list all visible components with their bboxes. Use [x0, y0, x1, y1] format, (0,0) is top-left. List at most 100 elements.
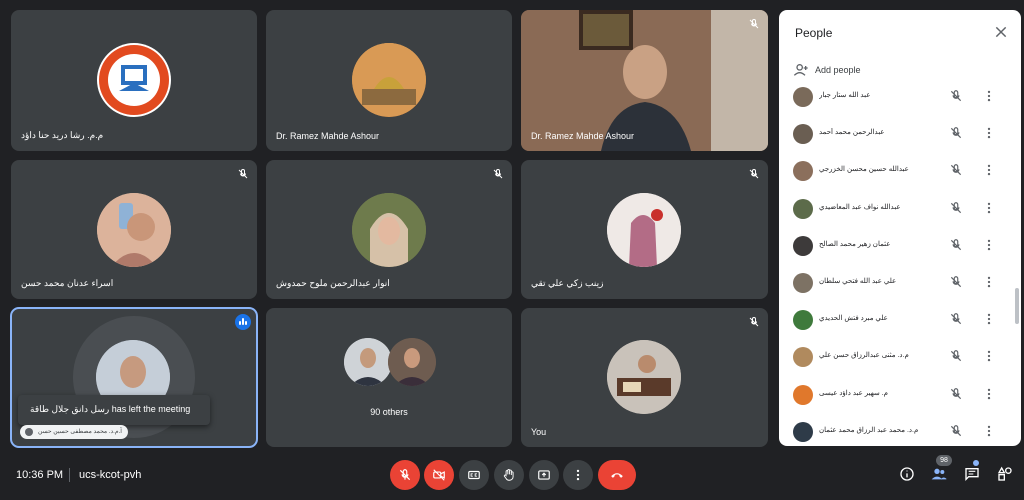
mic-off-icon — [749, 168, 759, 179]
others-avatar — [344, 338, 392, 386]
avatar — [793, 421, 813, 442]
raise-hand-button[interactable] — [494, 460, 524, 490]
participant-name: عبد الله ستار جبار — [819, 92, 871, 99]
participant-name: عبدالله نواف عبد المعاضيدي — [819, 203, 901, 211]
avatar — [793, 87, 813, 107]
avatar — [793, 235, 813, 256]
divider — [69, 468, 70, 482]
self-tile[interactable]: You — [521, 308, 768, 447]
more-vert-icon[interactable] — [982, 312, 996, 326]
leave-call-button[interactable] — [598, 460, 636, 490]
profile-photo-avatar — [352, 193, 426, 267]
meeting-code: ucs-kcot-pvh — [79, 469, 142, 481]
more-vert-icon[interactable] — [982, 238, 996, 252]
participant-count-badge: 98 — [936, 455, 952, 466]
mic-off-icon — [950, 90, 962, 102]
left-meeting-toast: رسل دانق جلال طاقة has left the meeting — [18, 395, 210, 425]
participant-row[interactable]: م.د. مثنى عبدالرزاق حسن علي — [779, 339, 1011, 376]
participant-video-tile[interactable]: Dr. Ramez Mahde Ashour — [521, 10, 768, 151]
profile-photo-avatar — [97, 193, 171, 267]
more-options-button[interactable] — [563, 460, 593, 490]
mic-off-icon — [950, 127, 962, 139]
mic-off-icon — [749, 316, 759, 327]
more-vert-icon[interactable] — [982, 387, 996, 401]
control-bar: 10:36 PM ucs-kcot-pvh — [0, 455, 1024, 500]
mic-off-icon — [238, 168, 248, 179]
more-vert-icon[interactable] — [982, 349, 996, 363]
present-button[interactable] — [529, 460, 559, 490]
people-button[interactable] — [929, 464, 949, 484]
mic-off-icon — [749, 18, 759, 29]
chat-button[interactable] — [962, 464, 982, 484]
participant-row[interactable]: عبد الله ستار جبار — [779, 79, 1011, 116]
avatar — [793, 161, 813, 182]
chat-notification-dot — [973, 460, 979, 466]
captions-button[interactable] — [459, 460, 489, 490]
close-icon[interactable] — [993, 24, 1009, 40]
raised-hand-chip[interactable]: آ.م.د. محمد مصطفى حسين حسن — [20, 425, 128, 439]
participant-row[interactable]: م.د. محمد عبد الرزاق محمد عثمان — [779, 414, 1011, 446]
university-logo-avatar — [97, 43, 171, 117]
meeting-details-button[interactable] — [897, 464, 917, 484]
mic-off-icon — [950, 313, 962, 325]
avatar — [793, 272, 813, 293]
present-icon — [538, 470, 550, 480]
mic-off-icon — [950, 350, 962, 362]
captions-icon — [468, 470, 480, 480]
hand-icon — [503, 468, 514, 481]
participant-row[interactable]: عبدالله حسين محسن الخزرجي — [779, 153, 1011, 190]
profile-photo-avatar — [607, 340, 681, 414]
mic-off-icon — [950, 201, 962, 213]
chat-icon — [965, 468, 979, 481]
camera-video — [521, 10, 768, 151]
add-people-button[interactable]: Add people — [793, 62, 861, 78]
participant-tile[interactable]: زينب زكي علي تقي — [521, 160, 768, 299]
participant-row[interactable]: عثمان زهير محمد الصالح — [779, 228, 1011, 265]
mic-off-icon — [399, 469, 411, 481]
more-vert-icon[interactable] — [982, 201, 996, 215]
people-list: عبد الله ستار جبار عبدالرحمن محمد أحمد ع… — [779, 79, 1011, 446]
meet-window: م.م. رشا دريد حنا داؤد Dr. Ramez Mahde A… — [0, 0, 1024, 500]
participant-tile[interactable]: Dr. Ramez Mahde Ashour — [266, 10, 512, 151]
camera-toggle-button[interactable] — [424, 460, 454, 490]
participant-row[interactable]: عبدالله نواف عبد المعاضيدي — [779, 191, 1011, 228]
shapes-icon — [997, 466, 1012, 481]
more-vert-icon[interactable] — [982, 126, 996, 140]
avatar — [793, 384, 813, 405]
others-count-label: 90 others — [370, 407, 408, 417]
avatar — [793, 347, 813, 368]
panel-title: People — [795, 26, 833, 40]
mic-toggle-button[interactable] — [390, 460, 420, 490]
chip-name: آ.م.د. محمد مصطفى حسين حسن — [38, 429, 122, 435]
participant-name: م. سهير عبد داؤد عيسى — [819, 389, 889, 397]
end-call-icon — [611, 473, 623, 478]
mic-off-icon — [950, 276, 962, 288]
participant-name: علي مبرد فتش الحديدي — [819, 315, 888, 323]
participant-name: انوار عبدالرحمن ملوح حمدوش — [276, 278, 390, 288]
participant-name: م.د. محمد عبد الرزاق محمد عثمان — [819, 426, 919, 434]
hand-icon — [25, 428, 33, 436]
participant-row[interactable]: علي عبد الله فتحي سلطان — [779, 265, 1011, 302]
participant-row[interactable]: م. سهير عبد داؤد عيسى — [779, 377, 1011, 414]
participant-name: You — [531, 427, 547, 437]
participant-tile[interactable]: اسراء عدنان محمد حسن — [11, 160, 257, 299]
participant-name: علي عبد الله فتحي سلطان — [819, 277, 897, 285]
more-vert-icon[interactable] — [982, 275, 996, 289]
participant-row[interactable]: علي مبرد فتش الحديدي — [779, 302, 1011, 339]
speaking-indicator-icon — [235, 314, 251, 330]
more-vert-icon[interactable] — [982, 89, 996, 103]
mic-off-icon — [950, 164, 962, 176]
more-vert-icon[interactable] — [982, 163, 996, 177]
avatar — [793, 198, 813, 219]
others-tile[interactable]: 90 others — [266, 308, 512, 447]
people-scrollbar[interactable] — [1015, 288, 1019, 324]
activities-button[interactable] — [995, 464, 1015, 484]
participant-row[interactable]: عبدالرحمن محمد أحمد — [779, 116, 1011, 153]
participant-tile[interactable]: انوار عبدالرحمن ملوح حمدوش — [266, 160, 512, 299]
clock: 10:36 PM — [16, 469, 64, 481]
mic-off-icon — [493, 168, 503, 179]
participant-tile[interactable]: م.م. رشا دريد حنا داؤد — [11, 10, 257, 151]
add-person-icon — [793, 63, 808, 76]
more-vert-icon[interactable] — [982, 424, 996, 438]
toast-text: رسل دانق جلال طاقة has left the meeting — [30, 404, 191, 414]
